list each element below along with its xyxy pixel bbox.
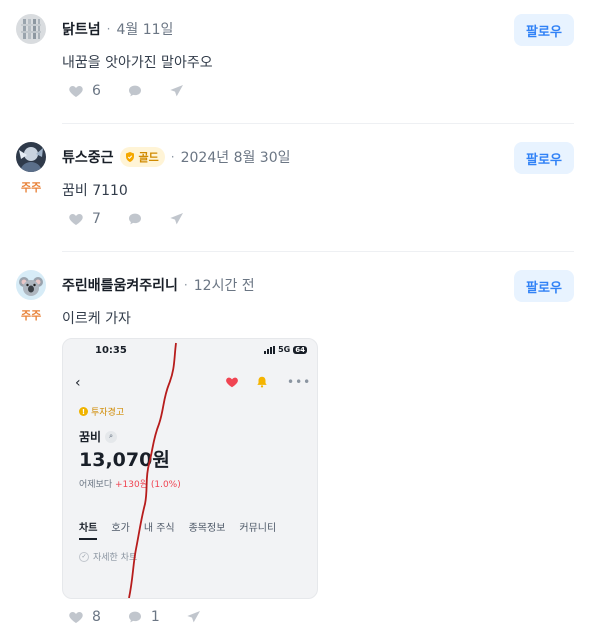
heart-icon xyxy=(69,612,83,623)
like-button[interactable]: 7 xyxy=(68,211,101,227)
like-count: 7 xyxy=(92,211,101,227)
gold-badge-label: 골드 xyxy=(138,151,159,164)
comment-icon xyxy=(128,85,141,97)
username[interactable]: 주린배를움켜주리니 xyxy=(62,275,178,295)
username[interactable]: 튜스중근 xyxy=(62,147,114,167)
post-content: 이르케 가자 xyxy=(62,311,131,327)
post-header: 닭트넘 · 4월 11일 xyxy=(62,14,173,44)
share-button[interactable] xyxy=(186,609,202,625)
comment-icon xyxy=(128,213,141,225)
gold-badge: 골드 xyxy=(119,147,165,167)
divider xyxy=(62,251,574,252)
comment-button[interactable]: 1 xyxy=(127,609,160,625)
post-time: 2024년 8월 30일 xyxy=(180,150,291,166)
comment-icon xyxy=(128,611,141,623)
separator-dot: · xyxy=(170,150,175,164)
post-header: 주린배를움켜주리니 · 12시간 전 xyxy=(62,270,255,300)
heart-icon xyxy=(69,214,83,225)
like-count: 8 xyxy=(92,609,101,625)
heart-icon xyxy=(69,86,83,97)
post-time: 4월 11일 xyxy=(116,22,174,38)
follow-button[interactable]: 팔로우 xyxy=(514,270,574,302)
like-count: 6 xyxy=(92,83,101,99)
follow-button[interactable]: 팔로우 xyxy=(514,142,574,174)
share-icon xyxy=(187,611,200,623)
follow-button[interactable]: 팔로우 xyxy=(514,14,574,46)
separator-dot: · xyxy=(106,22,111,36)
share-button[interactable] xyxy=(169,83,185,99)
comment-button[interactable] xyxy=(127,211,143,227)
comment-button[interactable] xyxy=(127,83,143,99)
post-content: 꿈비 7110 xyxy=(62,183,128,199)
post-actions: 6 xyxy=(68,81,211,101)
like-button[interactable]: 8 xyxy=(68,609,101,625)
share-icon xyxy=(170,213,183,225)
holder-badge: 주주 xyxy=(21,309,42,322)
attached-image[interactable]: 10:35 5G 64 ‹ ••• ! 투자경고 꿈비 ⌕ 13,070원 어제… xyxy=(62,338,318,599)
avatar[interactable] xyxy=(16,14,46,44)
share-icon xyxy=(170,85,183,97)
holder-badge: 주주 xyxy=(21,181,42,194)
post-actions: 8 1 xyxy=(68,607,228,627)
post-actions: 7 xyxy=(68,209,211,229)
avatar[interactable] xyxy=(16,270,46,300)
username[interactable]: 닭트넘 xyxy=(62,19,101,39)
post-content: 내꿈을 앗아가진 말아주오 xyxy=(62,55,213,71)
divider xyxy=(62,123,574,124)
drawn-red-line xyxy=(128,342,177,598)
comment-count: 1 xyxy=(150,609,160,625)
share-button[interactable] xyxy=(169,211,185,227)
gold-shield-icon xyxy=(125,152,134,162)
avatar[interactable] xyxy=(16,142,46,172)
post-header: 튜스중근 골드 · 2024년 8월 30일 xyxy=(62,142,291,172)
like-button[interactable]: 6 xyxy=(68,83,101,99)
separator-dot: · xyxy=(183,278,188,292)
post-time: 12시간 전 xyxy=(193,278,255,294)
